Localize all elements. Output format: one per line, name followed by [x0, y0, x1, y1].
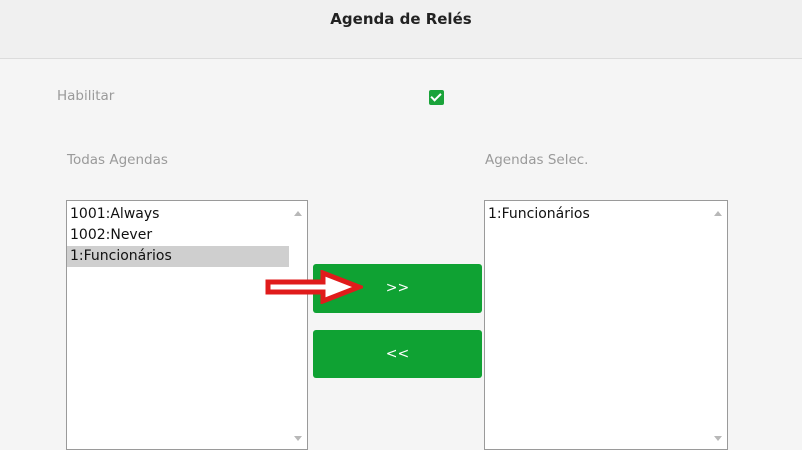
list-item[interactable]: 1001:Always: [67, 204, 289, 225]
list-item[interactable]: 1:Funcionários: [485, 204, 709, 225]
scroll-down-icon[interactable]: [714, 436, 722, 441]
enable-checkbox[interactable]: [429, 90, 444, 105]
red-arrow-icon: [265, 270, 363, 304]
enable-label: Habilitar: [57, 88, 115, 104]
list-item[interactable]: 1:Funcionários: [67, 246, 289, 267]
dialog-header: Agenda de Relés: [0, 0, 802, 59]
all-schedules-label: Todas Agendas: [67, 152, 168, 168]
selected-schedules-listbox[interactable]: 1:Funcionários: [484, 200, 728, 450]
scroll-down-icon[interactable]: [294, 436, 302, 441]
scrollbar[interactable]: [709, 201, 727, 449]
remove-schedule-button[interactable]: <<: [313, 330, 482, 378]
scrollbar[interactable]: [289, 201, 307, 449]
all-schedules-listbox[interactable]: 1001:Always 1002:Never 1:Funcionários: [66, 200, 308, 450]
selected-schedules-label: Agendas Selec.: [485, 152, 589, 168]
scroll-up-icon[interactable]: [294, 211, 302, 216]
page-title: Agenda de Relés: [330, 10, 472, 28]
scroll-up-icon[interactable]: [714, 211, 722, 216]
list-item[interactable]: 1002:Never: [67, 225, 289, 246]
